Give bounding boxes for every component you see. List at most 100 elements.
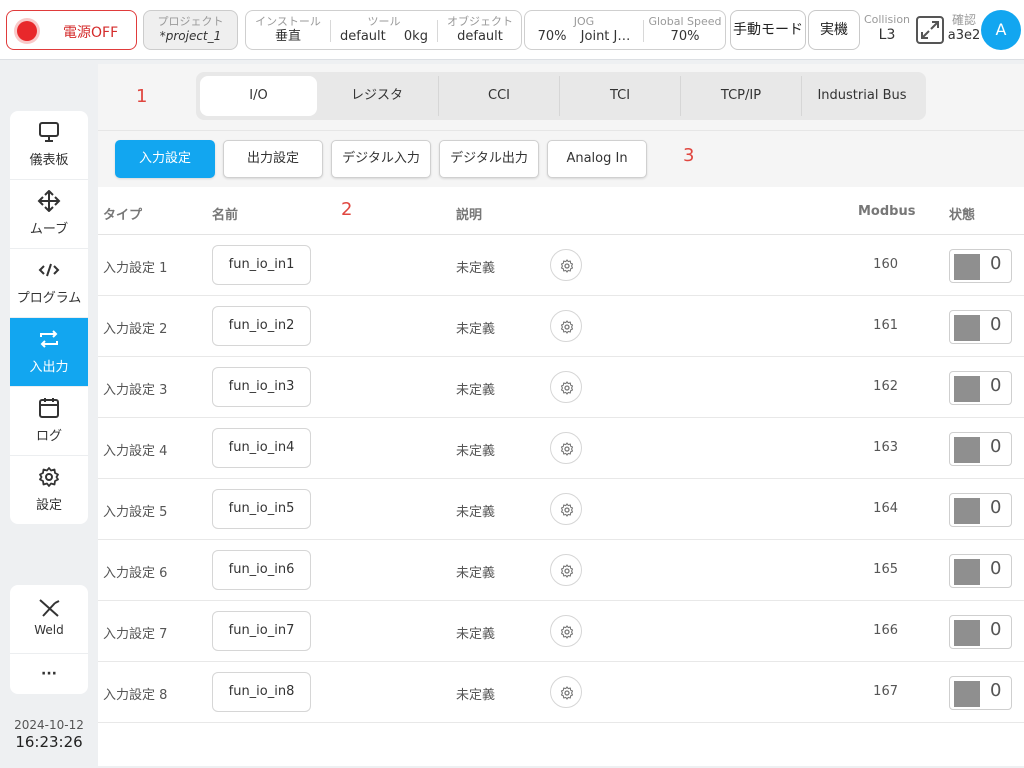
table-row: 入力設定 8 fun_io_in8 未定義 167 0 <box>98 662 1024 723</box>
row-type: 入力設定 7 <box>103 627 168 642</box>
subtab-input-config[interactable]: 入力設定 <box>115 140 215 178</box>
state-value: 0 <box>990 558 1002 579</box>
state-value: 0 <box>990 314 1002 335</box>
config-gear-button[interactable] <box>550 615 582 647</box>
gear-icon <box>560 320 574 334</box>
sidebar-extra: Weld ··· <box>10 585 88 694</box>
annotation-label: 1 <box>136 86 148 107</box>
project-selector[interactable]: プロジェクト *project_1 <box>143 10 238 50</box>
sidebar-item-dashboard[interactable]: 儀表板 <box>10 111 88 180</box>
row-modbus-address: 160 <box>873 257 898 272</box>
project-name: *project_1 <box>159 29 222 43</box>
signal-name-field[interactable]: fun_io_in7 <box>212 611 311 651</box>
jog-speed-panel[interactable]: JOG 70% Joint J… Global Speed 70% <box>524 10 726 50</box>
config-gear-button[interactable] <box>550 371 582 403</box>
signal-name-field[interactable]: fun_io_in6 <box>212 550 311 590</box>
table-row: 入力設定 7 fun_io_in7 未定義 166 0 <box>98 601 1024 662</box>
state-indicator: 0 <box>949 310 1012 344</box>
state-value: 0 <box>990 253 1002 274</box>
gear-icon <box>560 625 574 639</box>
object-label: オブジェクト <box>447 15 513 28</box>
row-type: 入力設定 6 <box>103 566 168 581</box>
signal-name-field[interactable]: fun_io_in3 <box>212 367 311 407</box>
sidebar-item-weld[interactable]: Weld <box>10 585 88 654</box>
config-gear-button[interactable] <box>550 432 582 464</box>
tab-tci[interactable]: TCI <box>560 76 680 116</box>
project-label: プロジェクト <box>157 15 224 28</box>
config-gear-button[interactable] <box>550 554 582 586</box>
config-gear-button[interactable] <box>550 676 582 708</box>
state-indicator: 0 <box>949 249 1012 283</box>
swap-icon <box>37 328 61 350</box>
collision-level[interactable]: Collision L3 <box>862 13 912 44</box>
state-square-icon <box>954 315 980 341</box>
main-tabs: I/O レジスタ CCI TCI TCP/IP Industrial Bus <box>196 72 926 120</box>
jog-cell: JOG 70% Joint J… <box>525 11 643 49</box>
jog-value: 70% <box>537 29 567 44</box>
gear-icon <box>560 686 574 700</box>
top-bar: 電源OFF プロジェクト *project_1 インストール 垂直 ツール de… <box>0 0 1024 60</box>
sidebar-item-log[interactable]: ログ <box>10 387 88 456</box>
row-type: 入力設定 1 <box>103 261 168 276</box>
power-off-button[interactable]: 電源OFF <box>6 10 137 50</box>
config-gear-button[interactable] <box>550 249 582 281</box>
sidebar-item-io[interactable]: 入出力 <box>10 318 88 387</box>
real-machine-button[interactable]: 実機 <box>808 10 860 50</box>
weld-label: Weld <box>34 623 64 637</box>
jog-label: JOG <box>573 15 595 28</box>
row-modbus-address: 164 <box>873 501 898 516</box>
install-cell: インストール 垂直 <box>246 11 330 49</box>
state-indicator: 0 <box>949 676 1012 710</box>
table-row: 入力設定 3 fun_io_in3 未定義 162 0 <box>98 357 1024 418</box>
tool-value-line: default 0kg <box>331 28 437 45</box>
state-value: 0 <box>990 497 1002 518</box>
table-header: タイプ 名前 2 説明 Modbus 状態 <box>98 187 1024 235</box>
tab-industrial-bus[interactable]: Industrial Bus <box>802 76 922 116</box>
install-tool-object-panel[interactable]: インストール 垂直 ツール default 0kg オブジェクト default <box>245 10 522 50</box>
gear-icon <box>560 442 574 456</box>
row-description: 未定義 <box>456 688 496 703</box>
tab-cci[interactable]: CCI <box>439 76 559 116</box>
table-row: 入力設定 5 fun_io_in5 未定義 164 0 <box>98 479 1024 540</box>
row-modbus-address: 165 <box>873 562 898 577</box>
row-modbus-address: 166 <box>873 623 898 638</box>
time-label: 16:23:26 <box>15 733 83 751</box>
column-header-description: 説明 <box>456 208 483 223</box>
config-gear-button[interactable] <box>550 310 582 342</box>
sidebar-item-move[interactable]: ムーブ <box>10 180 88 249</box>
sidebar-item-settings[interactable]: 設定 <box>10 456 88 524</box>
subtab-digital-input[interactable]: デジタル入力 <box>331 140 431 178</box>
signal-name-field[interactable]: fun_io_in1 <box>212 245 311 285</box>
sidebar-item-program[interactable]: プログラム <box>10 249 88 318</box>
row-modbus-address: 161 <box>873 318 898 333</box>
signal-name-field[interactable]: fun_io_in5 <box>212 489 311 529</box>
row-modbus-address: 162 <box>873 379 898 394</box>
state-value: 0 <box>990 619 1002 640</box>
sidebar-nav: 儀表板 ムーブ プログラム 入出力 ログ 設定 <box>10 111 88 524</box>
signal-name-field[interactable]: fun_io_in8 <box>212 672 311 712</box>
state-indicator: 0 <box>949 615 1012 649</box>
sidebar-item-label: プログラム <box>16 291 82 306</box>
avatar[interactable]: A <box>981 10 1021 50</box>
collision-value: L3 <box>878 27 896 43</box>
row-description: 未定義 <box>456 383 496 398</box>
state-indicator: 0 <box>949 493 1012 527</box>
tab-register[interactable]: レジスタ <box>317 76 437 116</box>
date-label: 2024-10-12 <box>14 718 84 732</box>
manual-mode-button[interactable]: 手動モード <box>730 10 806 50</box>
state-indicator: 0 <box>949 554 1012 588</box>
fullscreen-icon[interactable] <box>916 16 944 44</box>
speed-label: Global Speed <box>648 15 722 28</box>
config-gear-button[interactable] <box>550 493 582 525</box>
tab-io[interactable]: I/O <box>200 76 317 116</box>
annotation-label: 2 <box>341 199 353 220</box>
subtab-digital-output[interactable]: デジタル出力 <box>439 140 539 178</box>
tab-tcpip[interactable]: TCP/IP <box>681 76 801 116</box>
row-type: 入力設定 2 <box>103 322 168 337</box>
signal-name-field[interactable]: fun_io_in2 <box>212 306 311 346</box>
signal-name-field[interactable]: fun_io_in4 <box>212 428 311 468</box>
power-label: 電源OFF <box>63 25 119 41</box>
subtab-output-config[interactable]: 出力設定 <box>223 140 323 178</box>
more-button[interactable]: ··· <box>10 654 88 694</box>
subtab-analog-in[interactable]: Analog In <box>547 140 647 178</box>
